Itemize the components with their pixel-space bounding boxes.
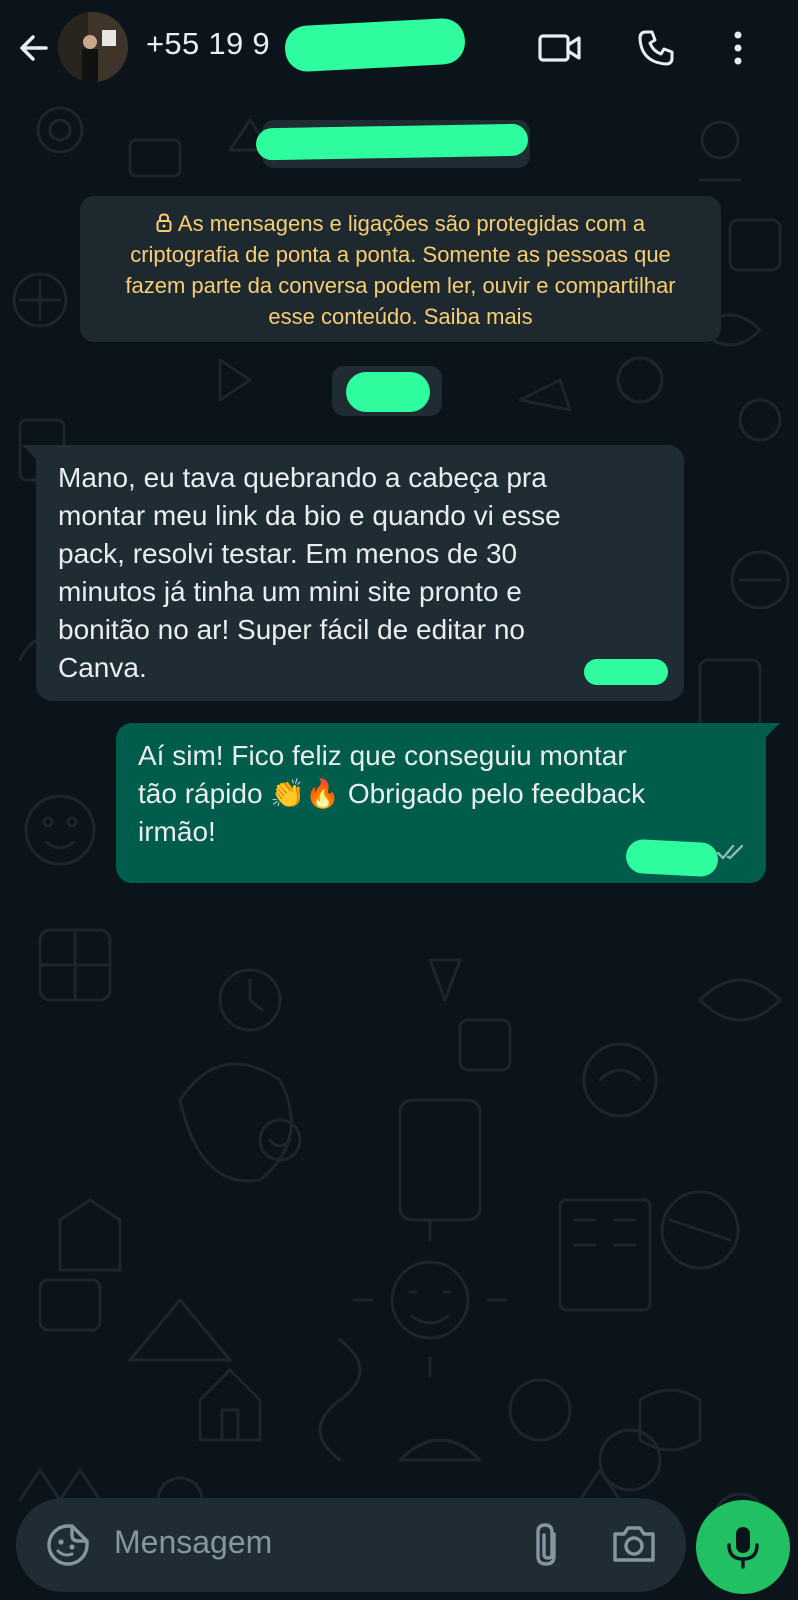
more-options-button[interactable]: [714, 24, 762, 72]
emoji-button[interactable]: [46, 1523, 90, 1567]
attach-button[interactable]: [526, 1520, 570, 1570]
redaction-mark: [283, 17, 467, 73]
avatar-photo: [58, 12, 128, 82]
message-composer[interactable]: Mensagem: [16, 1498, 686, 1592]
message-text: Mano, eu tava quebrando a cabeça pra mon…: [58, 462, 561, 683]
redaction-mark: [625, 838, 719, 878]
camera-button[interactable]: [610, 1522, 658, 1568]
back-button[interactable]: [14, 28, 54, 68]
voice-call-button[interactable]: [632, 24, 680, 72]
message-input[interactable]: Mensagem: [114, 1524, 272, 1561]
camera-icon: [613, 1526, 655, 1562]
read-ticks-icon: [716, 844, 744, 860]
phone-icon: [638, 30, 674, 66]
chat-header: +55 19 9: [0, 0, 798, 100]
contact-name[interactable]: +55 19 9: [146, 26, 270, 62]
avatar[interactable]: [58, 12, 128, 82]
sticker-emoji-icon: [47, 1524, 89, 1566]
back-arrow-icon: [20, 35, 48, 61]
video-call-icon: [538, 34, 581, 62]
voice-message-button[interactable]: [696, 1500, 790, 1594]
microphone-icon: [727, 1527, 759, 1569]
redaction-mark: [584, 659, 668, 685]
message-bubble-incoming[interactable]: Mano, eu tava quebrando a cabeça pra mon…: [22, 445, 684, 701]
video-call-button[interactable]: [536, 24, 584, 72]
encryption-notice-text: As mensagens e ligações são protegidas c…: [125, 211, 676, 329]
redaction-mark: [255, 123, 529, 161]
redaction-mark: [346, 372, 430, 412]
paperclip-icon: [536, 1523, 556, 1566]
more-options-icon: [734, 31, 742, 65]
encryption-notice[interactable]: As mensagens e ligações são protegidas c…: [80, 196, 721, 342]
lock-icon: [156, 213, 172, 232]
message-bubble-outgoing[interactable]: Aí sim! Fico feliz que conseguiu montar …: [116, 723, 780, 883]
message-text: Aí sim! Fico feliz que conseguiu montar …: [138, 740, 646, 847]
